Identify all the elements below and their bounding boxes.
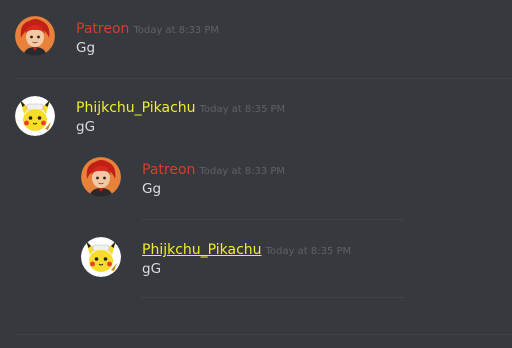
quoted-message-pikachu: Phijkchu_Pikachu Today at 8:35 PM gG — [80, 235, 405, 297]
chat-panel: Patreon Today at 8:33 PM Gg Phijkchu_Pik… — [0, 0, 512, 348]
username[interactable]: Phijkchu_Pikachu — [142, 242, 262, 258]
pikachu-avatar-icon[interactable] — [81, 237, 121, 277]
message-divider — [141, 219, 405, 220]
message-header: Patreon Today at 8:33 PM — [76, 18, 219, 37]
message-text: gG — [142, 261, 162, 277]
message-text: Gg — [142, 181, 162, 197]
message-header: Patreon Today at 8:33 PM — [142, 159, 285, 178]
timestamp: Today at 8:35 PM — [265, 246, 352, 257]
message-patreon: Patreon Today at 8:33 PM Gg — [0, 0, 512, 78]
timestamp: Today at 8:33 PM — [199, 166, 286, 177]
message-divider — [15, 334, 512, 335]
username[interactable]: Patreon — [76, 21, 129, 37]
username[interactable]: Phijkchu_Pikachu — [76, 100, 196, 116]
message-header: Phijkchu_Pikachu Today at 8:35 PM — [76, 97, 285, 116]
message-pikachu: Phijkchu_Pikachu Today at 8:35 PM gG Pat… — [0, 79, 512, 339]
message-text: Gg — [76, 40, 96, 56]
quoted-message-patreon: Patreon Today at 8:33 PM Gg — [80, 155, 405, 217]
timestamp: Today at 8:33 PM — [133, 25, 220, 36]
pikachu-avatar-icon[interactable] — [15, 96, 55, 136]
message-text: gG — [76, 119, 96, 135]
username[interactable]: Patreon — [142, 162, 195, 178]
message-header: Phijkchu_Pikachu Today at 8:35 PM — [142, 239, 351, 258]
message-divider — [141, 297, 405, 298]
red-haired-character-avatar-icon[interactable] — [15, 16, 55, 56]
timestamp: Today at 8:35 PM — [199, 104, 286, 115]
red-haired-character-avatar-icon[interactable] — [81, 157, 121, 197]
